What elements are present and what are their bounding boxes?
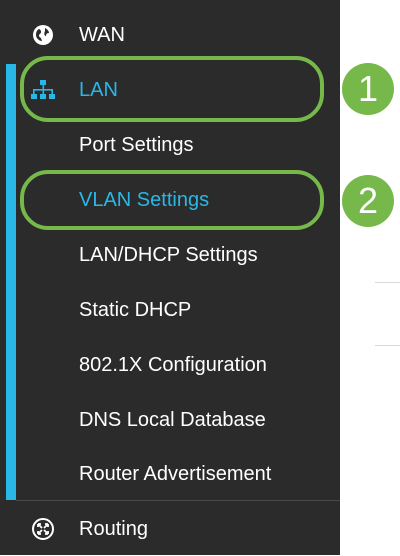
sidebar-item-label: VLAN Settings: [79, 188, 210, 211]
globe-icon: [30, 22, 56, 48]
routing-arrows-icon: [30, 516, 56, 542]
step-number: 2: [357, 180, 379, 221]
sidebar-item-vlan-settings[interactable]: VLAN Settings: [0, 173, 340, 227]
sidebar-item-dns-local-database[interactable]: DNS Local Database: [0, 393, 340, 447]
sidebar-item-label: Router Advertisement: [79, 462, 272, 485]
sidebar-item-label: Routing: [79, 517, 148, 540]
step-badge-2: 2: [342, 175, 394, 227]
sidebar-item-label: DNS Local Database: [79, 408, 266, 431]
sidebar-item-label: Static DHCP: [79, 298, 192, 321]
sidebar-item-wan[interactable]: WAN: [0, 8, 340, 62]
network-tree-icon: [30, 77, 56, 103]
sidebar-item-label: LAN/DHCP Settings: [79, 243, 258, 266]
sidebar-item-lan-dhcp-settings[interactable]: LAN/DHCP Settings: [0, 228, 340, 282]
sidebar-item-label: 802.1X Configuration: [79, 353, 267, 376]
content-divider: [375, 345, 400, 346]
step-badge-1: 1: [342, 63, 394, 115]
step-number: 1: [357, 68, 379, 109]
sidebar-item-8021x-configuration[interactable]: 802.1X Configuration: [0, 338, 340, 392]
sidebar-item-port-settings[interactable]: Port Settings: [0, 118, 340, 172]
sidebar-item-label: LAN: [79, 78, 118, 101]
sidebar-item-lan[interactable]: LAN: [0, 63, 340, 117]
navigation-sidebar: WAN LAN Port Settings VLAN Settings LAN/…: [0, 0, 340, 555]
content-divider: [375, 282, 400, 283]
sidebar-item-label: Port Settings: [79, 133, 194, 156]
sidebar-item-router-advertisement[interactable]: Router Advertisement: [0, 447, 340, 501]
sidebar-divider: [16, 500, 340, 501]
sidebar-item-routing[interactable]: Routing: [0, 502, 340, 556]
sidebar-item-static-dhcp[interactable]: Static DHCP: [0, 283, 340, 337]
sidebar-item-label: WAN: [79, 23, 125, 46]
